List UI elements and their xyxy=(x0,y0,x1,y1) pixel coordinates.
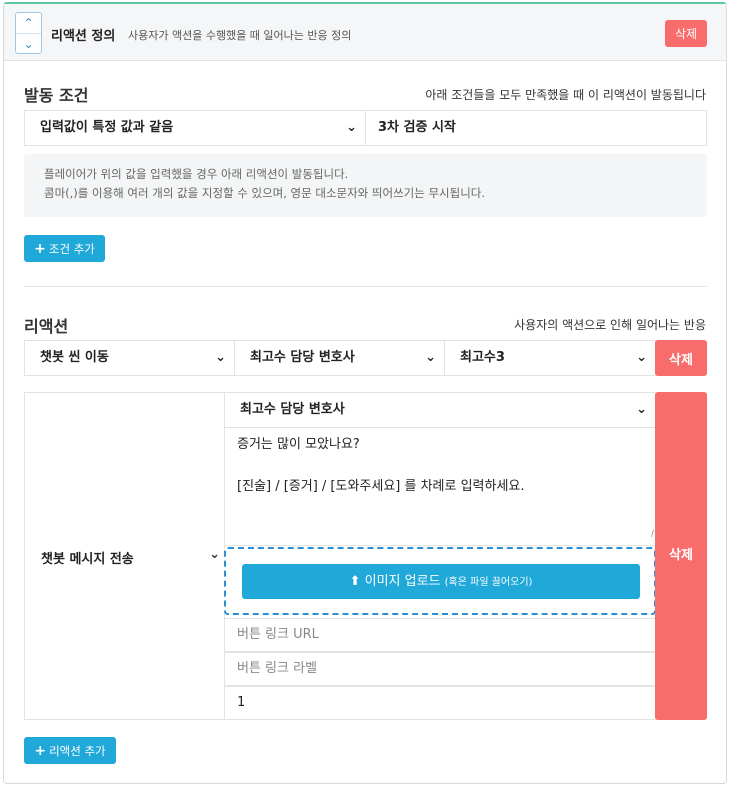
chevron-down-icon: ⌄ xyxy=(209,547,220,562)
image-upload-button[interactable]: ⬆ 이미지 업로드 (혹은 파일 끌어오기) xyxy=(242,564,640,599)
message-line: [진술] / [증거] / [도와주세요] 를 차례로 입력하세요. xyxy=(237,479,525,494)
panel-header: ⌃ ⌄ 리액션 정의 사용자가 액션을 수행했을 때 일어나는 반응 정의 삭제 xyxy=(4,4,726,61)
panel-title: 리액션 정의 xyxy=(51,29,116,44)
delete-message-action-button[interactable]: 삭제 xyxy=(655,392,707,720)
condition-info-box: 플레이어가 위의 값을 입력했을 경우 아래 리액션이 발동됩니다. 콤마(,)… xyxy=(24,154,707,217)
upload-label: 이미지 업로드 xyxy=(364,574,441,589)
info-line: 플레이어가 위의 값을 입력했을 경우 아래 리액션이 발동됩니다. xyxy=(44,167,349,181)
chevron-down-icon: ⌄ xyxy=(425,350,436,365)
plus-icon: + xyxy=(34,742,47,759)
upload-icon: ⬆ xyxy=(349,574,361,589)
message-type-select[interactable]: 챗봇 메시지 전송 ⌄ xyxy=(24,392,225,720)
add-condition-button[interactable]: + 조건 추가 xyxy=(24,235,105,262)
chevron-down-icon: ⌄ xyxy=(215,350,226,365)
add-reaction-button[interactable]: + 리액션 추가 xyxy=(24,737,116,764)
reaction-section-title: 리액션 xyxy=(24,317,69,336)
panel-description: 사용자가 액션을 수행했을 때 일어나는 반응 정의 xyxy=(128,29,352,42)
reaction-type-select[interactable]: 챗봇 씬 이동 ⌄ xyxy=(24,340,235,376)
info-line: 콤마(,)를 이용해 여러 개의 값을 지정할 수 있으며, 영문 대소문자와 … xyxy=(44,186,486,200)
reorder-controls: ⌃ ⌄ xyxy=(15,12,42,54)
button-link-label-input[interactable]: 버튼 링크 라벨 xyxy=(224,652,656,686)
reaction-section-note: 사용자의 액션으로 인해 일어나는 반응 xyxy=(514,318,706,332)
section-divider xyxy=(24,286,707,287)
scene-value: 최고수3 xyxy=(460,350,505,365)
condition-section-title: 발동 조건 xyxy=(24,86,89,105)
condition-type-select[interactable]: 입력값이 특정 값과 같음 ⌄ xyxy=(24,110,366,146)
message-textarea[interactable]: 증거는 많이 모았나요? [진술] / [증거] / [도와주세요] 를 차례로… xyxy=(224,427,656,546)
chevron-up-icon[interactable]: ⌃ xyxy=(16,13,41,33)
chatbot-target-value: 최고수 담당 변호사 xyxy=(250,350,355,365)
chevron-down-icon[interactable]: ⌄ xyxy=(16,33,41,53)
button-link-url-input[interactable]: 버튼 링크 URL xyxy=(224,618,656,652)
speaker-value: 최고수 담당 변호사 xyxy=(240,402,345,417)
message-line: 증거는 많이 모았나요? xyxy=(237,437,360,452)
upload-hint: (혹은 파일 끌어오기) xyxy=(444,577,533,588)
chatbot-target-select[interactable]: 최고수 담당 변호사 ⌄ xyxy=(234,340,445,376)
scene-select[interactable]: 최고수3 ⌄ xyxy=(444,340,656,376)
delay-input[interactable]: 1 xyxy=(224,686,656,720)
condition-section-note: 아래 조건들을 모두 만족했을 때 이 리액션이 발동됩니다 xyxy=(425,88,706,102)
condition-value-input[interactable]: 3차 검증 시작 xyxy=(365,110,707,146)
delete-action-button[interactable]: 삭제 xyxy=(655,340,707,376)
condition-type-value: 입력값이 특정 값과 같음 xyxy=(40,120,174,135)
delete-reaction-button[interactable]: 삭제 xyxy=(665,20,707,47)
plus-icon: + xyxy=(34,240,46,257)
resize-handle-icon[interactable]: ∕ xyxy=(651,524,654,545)
image-drop-zone[interactable]: ⬆ 이미지 업로드 (혹은 파일 끌어오기) xyxy=(224,547,656,615)
speaker-select[interactable]: 최고수 담당 변호사 ⌄ xyxy=(224,392,656,428)
chevron-down-icon: ⌄ xyxy=(636,402,647,417)
add-condition-label: 조건 추가 xyxy=(48,241,95,256)
message-type-value: 챗봇 메시지 전송 xyxy=(41,552,134,567)
reaction-type-value: 챗봇 씬 이동 xyxy=(40,350,109,365)
chevron-down-icon: ⌄ xyxy=(346,120,357,135)
add-reaction-label: 리액션 추가 xyxy=(49,743,106,758)
chevron-down-icon: ⌄ xyxy=(636,350,647,365)
reaction-definition-panel: ⌃ ⌄ 리액션 정의 사용자가 액션을 수행했을 때 일어나는 반응 정의 삭제… xyxy=(3,2,727,784)
